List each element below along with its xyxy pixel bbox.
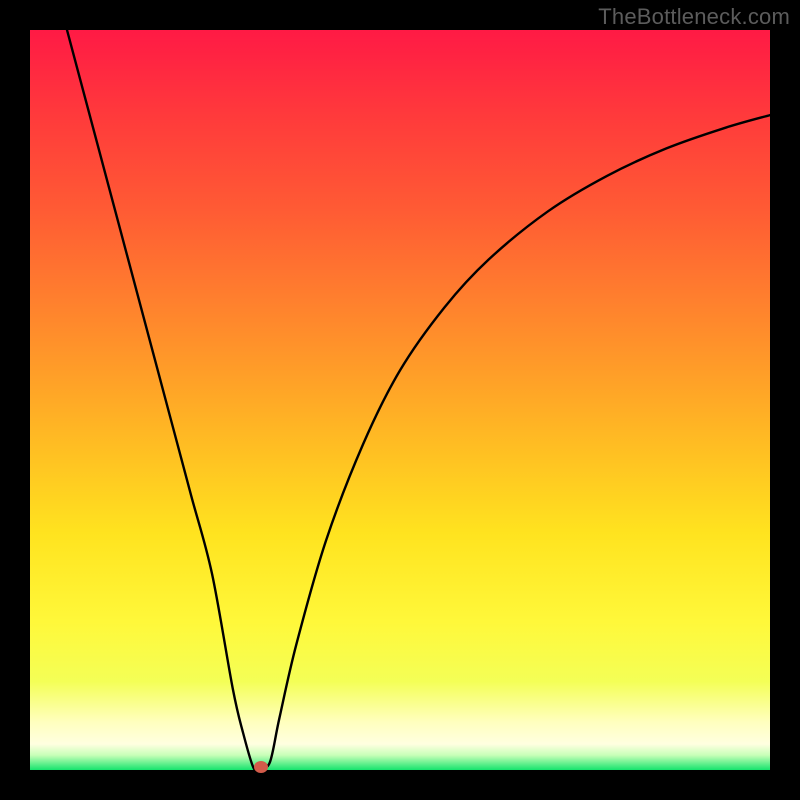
chart-frame: TheBottleneck.com [0, 0, 800, 800]
plot-area [30, 30, 770, 770]
curve-svg [30, 30, 770, 770]
bottleneck-curve [67, 30, 770, 770]
optimum-marker [254, 761, 268, 773]
watermark-text: TheBottleneck.com [598, 4, 790, 30]
